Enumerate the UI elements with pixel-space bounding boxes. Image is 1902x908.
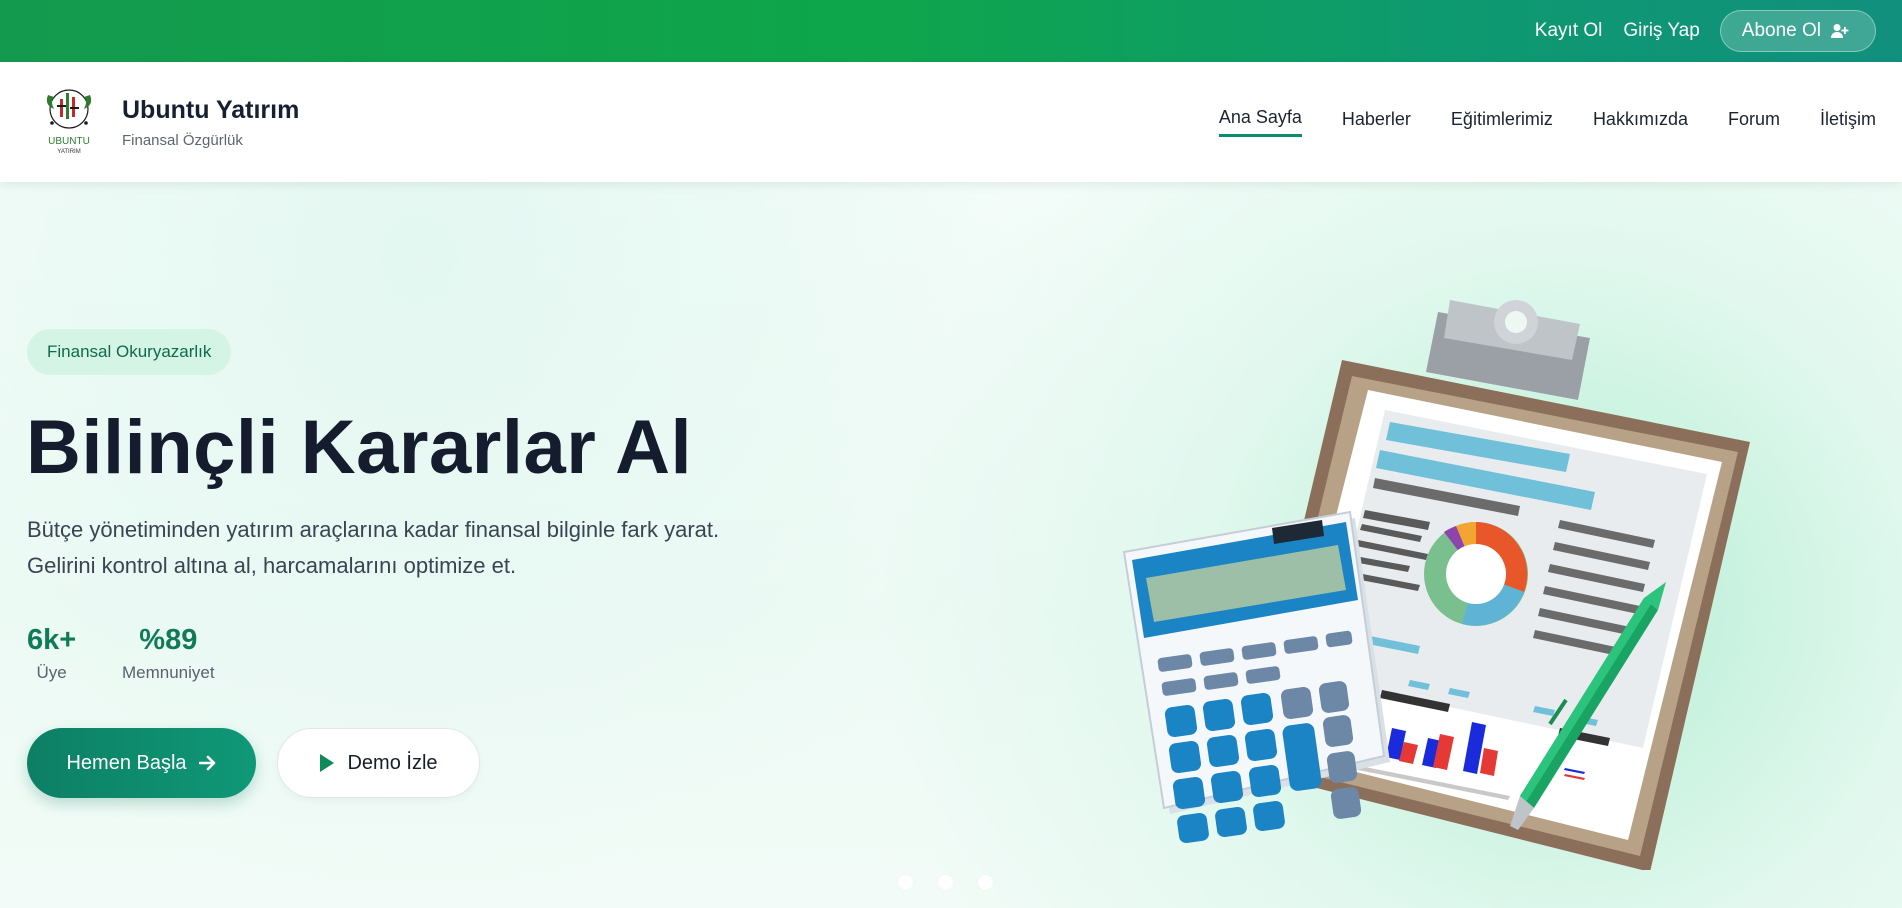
nav-news[interactable]: Haberler bbox=[1342, 109, 1411, 136]
calculator-clipboard-illustration bbox=[1122, 300, 1750, 870]
main-nav: Ana Sayfa Haberler Eğitimlerimiz Hakkımı… bbox=[1179, 107, 1876, 137]
play-icon bbox=[319, 753, 335, 773]
slider-dot-3[interactable] bbox=[978, 875, 993, 890]
hero-description: Bütçe yönetiminden yatırım araçlarına ka… bbox=[27, 517, 720, 578]
top-bar: Kayıt Ol Giriş Yap Abone Ol bbox=[0, 0, 1902, 62]
hero-badge: Finansal Okuryazarlık bbox=[27, 329, 232, 375]
watch-demo-button[interactable]: Demo İzle bbox=[277, 728, 480, 798]
nav-home[interactable]: Ana Sayfa bbox=[1218, 107, 1302, 137]
start-now-button[interactable]: Hemen Başla bbox=[27, 728, 256, 798]
brand-title[interactable]: Ubuntu Yatırım bbox=[122, 96, 299, 125]
nav-contact[interactable]: İletişim bbox=[1820, 109, 1876, 136]
nav-about[interactable]: Hakkımızda bbox=[1593, 109, 1688, 136]
brand-text: Ubuntu Yatırım Finansal Özgürlük bbox=[122, 96, 299, 149]
brand-subtitle: Finansal Özgürlük bbox=[122, 131, 243, 149]
slider-dot-2[interactable] bbox=[938, 875, 953, 890]
login-link[interactable]: Giriş Yap bbox=[1623, 20, 1699, 42]
main-header: UBUNTU YATIRIM Ubuntu Yatırım Finansal Ö… bbox=[0, 62, 1902, 182]
arrow-right-icon bbox=[198, 755, 217, 771]
hero-section: Finansal Okuryazarlık Bilinçli Kararlar … bbox=[0, 182, 1902, 908]
logo-text: UBUNTU bbox=[48, 136, 90, 147]
slider-dot-1[interactable] bbox=[898, 875, 913, 890]
stat-satisfaction: %89 Memnuniyet bbox=[122, 624, 215, 683]
stat-value: %89 bbox=[139, 624, 198, 656]
calculator-graphic bbox=[1122, 510, 1390, 844]
start-now-label: Hemen Başla bbox=[66, 751, 187, 774]
user-plus-icon bbox=[1831, 23, 1849, 39]
subscribe-button[interactable]: Abone Ol bbox=[1719, 10, 1876, 52]
watch-demo-label: Demo İzle bbox=[347, 751, 438, 774]
stat-label: Memnuniyet bbox=[122, 663, 215, 682]
slider-dots bbox=[898, 875, 1018, 890]
nav-forum[interactable]: Forum bbox=[1728, 109, 1780, 136]
stat-value: 6k+ bbox=[27, 624, 77, 656]
logo-subtext: YATIRIM bbox=[57, 149, 80, 155]
donut-chart-graphic bbox=[1424, 522, 1528, 626]
stat-label: Üye bbox=[36, 663, 67, 682]
subscribe-label: Abone Ol bbox=[1741, 20, 1821, 41]
hero-title: Bilinçli Kararlar Al bbox=[26, 405, 693, 490]
stat-members: 6k+ Üye bbox=[27, 624, 76, 683]
brand-logo[interactable]: UBUNTU YATIRIM bbox=[40, 85, 98, 159]
nav-trainings[interactable]: Eğitimlerimiz bbox=[1451, 109, 1553, 136]
register-link[interactable]: Kayıt Ol bbox=[1535, 20, 1603, 42]
